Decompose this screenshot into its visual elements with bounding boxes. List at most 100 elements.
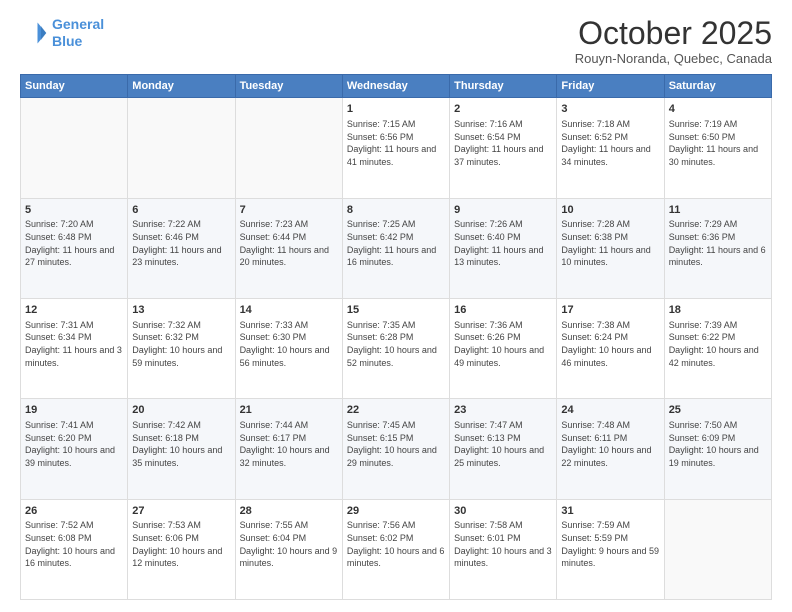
calendar-cell: 30Sunrise: 7:58 AMSunset: 6:01 PMDayligh… <box>450 499 557 599</box>
calendar-cell: 10Sunrise: 7:28 AMSunset: 6:38 PMDayligh… <box>557 198 664 298</box>
day-number: 27 <box>132 504 230 519</box>
day-number: 7 <box>240 203 338 218</box>
day-number: 6 <box>132 203 230 218</box>
calendar-cell: 11Sunrise: 7:29 AMSunset: 6:36 PMDayligh… <box>664 198 771 298</box>
logo: General Blue <box>20 16 104 50</box>
calendar-cell <box>235 98 342 198</box>
day-number: 26 <box>25 504 123 519</box>
day-number: 17 <box>561 303 659 318</box>
week-row-3: 12Sunrise: 7:31 AMSunset: 6:34 PMDayligh… <box>21 298 772 398</box>
calendar-cell <box>128 98 235 198</box>
day-info: Sunrise: 7:53 AMSunset: 6:06 PMDaylight:… <box>132 519 230 569</box>
day-info: Sunrise: 7:33 AMSunset: 6:30 PMDaylight:… <box>240 319 338 369</box>
day-number: 9 <box>454 203 552 218</box>
week-row-1: 1Sunrise: 7:15 AMSunset: 6:56 PMDaylight… <box>21 98 772 198</box>
calendar-cell: 20Sunrise: 7:42 AMSunset: 6:18 PMDayligh… <box>128 399 235 499</box>
calendar-cell: 16Sunrise: 7:36 AMSunset: 6:26 PMDayligh… <box>450 298 557 398</box>
calendar-cell: 1Sunrise: 7:15 AMSunset: 6:56 PMDaylight… <box>342 98 449 198</box>
calendar-cell: 24Sunrise: 7:48 AMSunset: 6:11 PMDayligh… <box>557 399 664 499</box>
weekday-header-friday: Friday <box>557 75 664 98</box>
day-number: 14 <box>240 303 338 318</box>
day-number: 20 <box>132 403 230 418</box>
day-number: 2 <box>454 102 552 117</box>
day-info: Sunrise: 7:28 AMSunset: 6:38 PMDaylight:… <box>561 218 659 268</box>
day-number: 4 <box>669 102 767 117</box>
day-info: Sunrise: 7:23 AMSunset: 6:44 PMDaylight:… <box>240 218 338 268</box>
week-row-4: 19Sunrise: 7:41 AMSunset: 6:20 PMDayligh… <box>21 399 772 499</box>
weekday-header-monday: Monday <box>128 75 235 98</box>
day-info: Sunrise: 7:29 AMSunset: 6:36 PMDaylight:… <box>669 218 767 268</box>
day-number: 28 <box>240 504 338 519</box>
calendar-cell: 31Sunrise: 7:59 AMSunset: 5:59 PMDayligh… <box>557 499 664 599</box>
day-number: 29 <box>347 504 445 519</box>
day-number: 15 <box>347 303 445 318</box>
weekday-header-row: SundayMondayTuesdayWednesdayThursdayFrid… <box>21 75 772 98</box>
logo-line2: Blue <box>52 33 82 49</box>
day-info: Sunrise: 7:55 AMSunset: 6:04 PMDaylight:… <box>240 519 338 569</box>
day-number: 1 <box>347 102 445 117</box>
calendar-cell: 13Sunrise: 7:32 AMSunset: 6:32 PMDayligh… <box>128 298 235 398</box>
weekday-header-wednesday: Wednesday <box>342 75 449 98</box>
day-number: 3 <box>561 102 659 117</box>
weekday-header-thursday: Thursday <box>450 75 557 98</box>
calendar-cell: 14Sunrise: 7:33 AMSunset: 6:30 PMDayligh… <box>235 298 342 398</box>
calendar-cell: 15Sunrise: 7:35 AMSunset: 6:28 PMDayligh… <box>342 298 449 398</box>
calendar-cell: 4Sunrise: 7:19 AMSunset: 6:50 PMDaylight… <box>664 98 771 198</box>
calendar-cell: 22Sunrise: 7:45 AMSunset: 6:15 PMDayligh… <box>342 399 449 499</box>
day-info: Sunrise: 7:42 AMSunset: 6:18 PMDaylight:… <box>132 419 230 469</box>
logo-line1: General <box>52 16 104 32</box>
calendar-cell: 9Sunrise: 7:26 AMSunset: 6:40 PMDaylight… <box>450 198 557 298</box>
calendar-cell: 7Sunrise: 7:23 AMSunset: 6:44 PMDaylight… <box>235 198 342 298</box>
calendar-cell: 29Sunrise: 7:56 AMSunset: 6:02 PMDayligh… <box>342 499 449 599</box>
calendar-cell: 18Sunrise: 7:39 AMSunset: 6:22 PMDayligh… <box>664 298 771 398</box>
day-info: Sunrise: 7:39 AMSunset: 6:22 PMDaylight:… <box>669 319 767 369</box>
day-info: Sunrise: 7:25 AMSunset: 6:42 PMDaylight:… <box>347 218 445 268</box>
day-info: Sunrise: 7:19 AMSunset: 6:50 PMDaylight:… <box>669 118 767 168</box>
day-info: Sunrise: 7:41 AMSunset: 6:20 PMDaylight:… <box>25 419 123 469</box>
day-info: Sunrise: 7:32 AMSunset: 6:32 PMDaylight:… <box>132 319 230 369</box>
location: Rouyn-Noranda, Quebec, Canada <box>575 51 772 66</box>
calendar-cell: 17Sunrise: 7:38 AMSunset: 6:24 PMDayligh… <box>557 298 664 398</box>
logo-icon <box>20 19 48 47</box>
calendar-cell: 28Sunrise: 7:55 AMSunset: 6:04 PMDayligh… <box>235 499 342 599</box>
day-number: 11 <box>669 203 767 218</box>
day-info: Sunrise: 7:59 AMSunset: 5:59 PMDaylight:… <box>561 519 659 569</box>
calendar-cell: 2Sunrise: 7:16 AMSunset: 6:54 PMDaylight… <box>450 98 557 198</box>
calendar-cell: 5Sunrise: 7:20 AMSunset: 6:48 PMDaylight… <box>21 198 128 298</box>
day-info: Sunrise: 7:26 AMSunset: 6:40 PMDaylight:… <box>454 218 552 268</box>
calendar-cell: 8Sunrise: 7:25 AMSunset: 6:42 PMDaylight… <box>342 198 449 298</box>
logo-text: General Blue <box>52 16 104 50</box>
day-info: Sunrise: 7:56 AMSunset: 6:02 PMDaylight:… <box>347 519 445 569</box>
calendar-table: SundayMondayTuesdayWednesdayThursdayFrid… <box>20 74 772 600</box>
day-info: Sunrise: 7:22 AMSunset: 6:46 PMDaylight:… <box>132 218 230 268</box>
weekday-header-sunday: Sunday <box>21 75 128 98</box>
day-info: Sunrise: 7:35 AMSunset: 6:28 PMDaylight:… <box>347 319 445 369</box>
day-info: Sunrise: 7:31 AMSunset: 6:34 PMDaylight:… <box>25 319 123 369</box>
day-number: 24 <box>561 403 659 418</box>
day-info: Sunrise: 7:48 AMSunset: 6:11 PMDaylight:… <box>561 419 659 469</box>
title-block: October 2025 Rouyn-Noranda, Quebec, Cana… <box>575 16 772 66</box>
week-row-2: 5Sunrise: 7:20 AMSunset: 6:48 PMDaylight… <box>21 198 772 298</box>
day-info: Sunrise: 7:44 AMSunset: 6:17 PMDaylight:… <box>240 419 338 469</box>
day-number: 10 <box>561 203 659 218</box>
header: General Blue October 2025 Rouyn-Noranda,… <box>20 16 772 66</box>
day-info: Sunrise: 7:58 AMSunset: 6:01 PMDaylight:… <box>454 519 552 569</box>
calendar-cell: 19Sunrise: 7:41 AMSunset: 6:20 PMDayligh… <box>21 399 128 499</box>
day-number: 8 <box>347 203 445 218</box>
day-info: Sunrise: 7:20 AMSunset: 6:48 PMDaylight:… <box>25 218 123 268</box>
day-info: Sunrise: 7:38 AMSunset: 6:24 PMDaylight:… <box>561 319 659 369</box>
day-number: 31 <box>561 504 659 519</box>
day-info: Sunrise: 7:52 AMSunset: 6:08 PMDaylight:… <box>25 519 123 569</box>
calendar-page: General Blue October 2025 Rouyn-Noranda,… <box>0 0 792 612</box>
day-number: 18 <box>669 303 767 318</box>
calendar-cell: 3Sunrise: 7:18 AMSunset: 6:52 PMDaylight… <box>557 98 664 198</box>
day-number: 22 <box>347 403 445 418</box>
day-number: 16 <box>454 303 552 318</box>
weekday-header-tuesday: Tuesday <box>235 75 342 98</box>
week-row-5: 26Sunrise: 7:52 AMSunset: 6:08 PMDayligh… <box>21 499 772 599</box>
calendar-cell: 27Sunrise: 7:53 AMSunset: 6:06 PMDayligh… <box>128 499 235 599</box>
day-number: 23 <box>454 403 552 418</box>
calendar-cell: 21Sunrise: 7:44 AMSunset: 6:17 PMDayligh… <box>235 399 342 499</box>
day-number: 21 <box>240 403 338 418</box>
month-title: October 2025 <box>575 16 772 51</box>
